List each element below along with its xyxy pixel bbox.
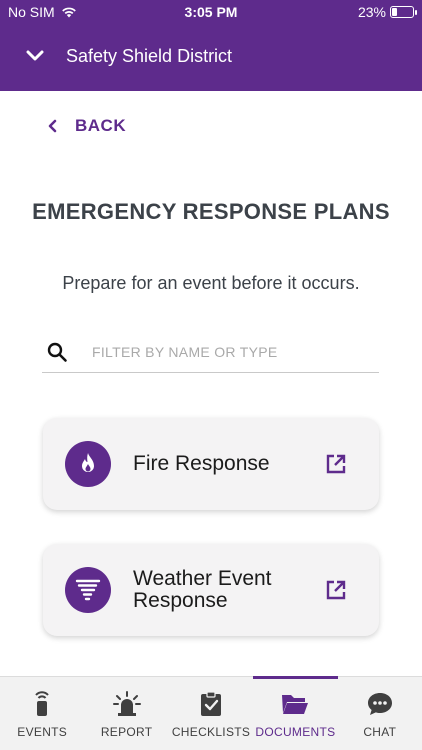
back-button[interactable]: BACK	[47, 116, 126, 136]
alarm-light-icon	[112, 691, 141, 717]
document-card-weather-event-response[interactable]: Weather Event Response	[43, 544, 379, 636]
bottom-nav: EVENTS REPORT CHECKLISTS DOCUMENTS CHAT	[0, 676, 422, 750]
folder-open-icon	[281, 691, 309, 717]
chevron-left-icon	[48, 119, 57, 133]
tornado-icon	[65, 567, 111, 613]
status-bar: No SIM 3:05 PM 23%	[0, 0, 422, 24]
battery-icon	[390, 6, 417, 18]
nav-label: CHECKLISTS	[171, 725, 251, 739]
battery-indicator: 23%	[357, 4, 417, 20]
district-title[interactable]: Safety Shield District	[66, 46, 232, 67]
nav-label: DOCUMENTS	[255, 725, 336, 739]
app-header: Safety Shield District	[0, 36, 422, 76]
document-label: Weather Event Response	[133, 567, 272, 612]
fire-icon	[65, 441, 111, 487]
nav-label: REPORT	[100, 725, 153, 739]
chat-bubble-icon	[367, 691, 393, 717]
nav-item-chat[interactable]: CHAT	[338, 677, 422, 750]
app-screen: No SIM 3:05 PM 23% Safety Shield Distric…	[0, 0, 422, 750]
clipboard-check-icon	[200, 691, 222, 717]
page-title: EMERGENCY RESPONSE PLANS	[32, 199, 390, 224]
search-icon	[44, 339, 70, 365]
nav-item-report[interactable]: REPORT	[84, 677, 168, 750]
document-card-fire-response[interactable]: Fire Response	[43, 418, 379, 510]
nav-item-checklists[interactable]: CHECKLISTS	[169, 677, 253, 750]
back-label: BACK	[75, 116, 127, 135]
document-label: Fire Response	[133, 452, 270, 475]
nav-label: CHAT	[363, 725, 397, 739]
signal-beacon-icon	[33, 691, 51, 717]
open-external-icon[interactable]	[323, 577, 349, 603]
search-input[interactable]	[92, 344, 352, 360]
nav-label: EVENTS	[17, 725, 68, 739]
search-field[interactable]	[42, 332, 379, 373]
nav-item-documents[interactable]: DOCUMENTS	[253, 676, 339, 750]
nav-item-events[interactable]: EVENTS	[0, 677, 84, 750]
open-external-icon[interactable]	[323, 451, 349, 477]
top-bar: No SIM 3:05 PM 23% Safety Shield Distric…	[0, 0, 422, 91]
battery-percent: 23%	[357, 4, 386, 20]
chevron-down-icon[interactable]	[22, 43, 48, 69]
page-subtitle: Prepare for an event before it occurs.	[62, 273, 360, 293]
